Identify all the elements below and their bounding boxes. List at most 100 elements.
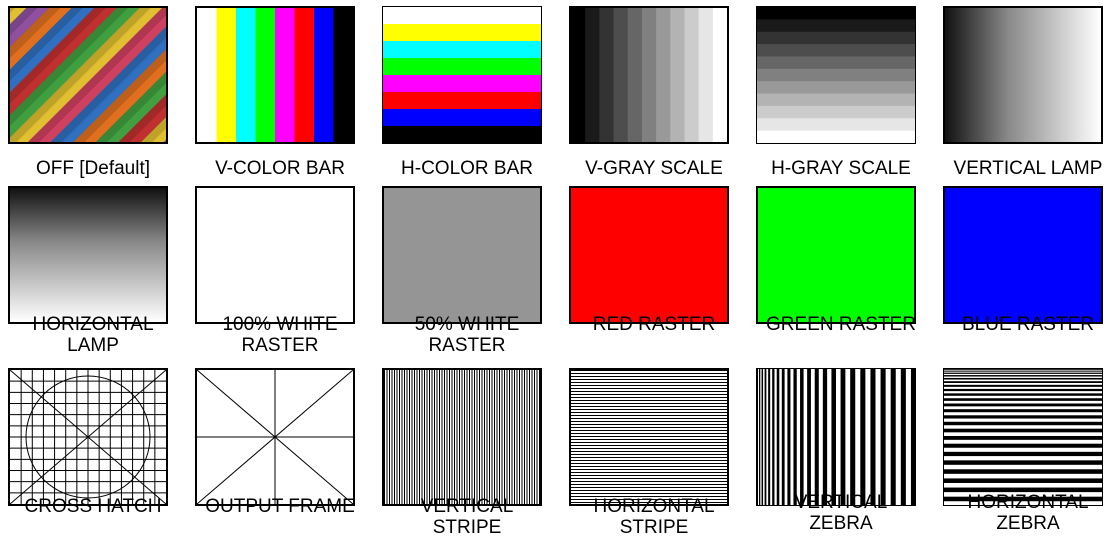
zebra-stripe [944,393,1102,396]
test-pattern-chart: { "patterns": [ {"label_lines": ["OFF [D… [0,0,1118,540]
output-frame-thumbnail [195,368,355,506]
pattern-label: OUTPUT FRAME [181,496,379,517]
zebra-stripe [764,369,767,505]
v-color-bar-thumbnail [195,6,355,144]
zebra-stripe [822,369,828,505]
pattern-label: V-GRAY SCALE [555,158,753,179]
color-bar [383,24,541,42]
color-bar [333,8,353,142]
horizontal-zebra-lines [944,369,1102,502]
cross-hatch-grid [10,370,166,504]
gray-step [599,8,615,142]
color-bar [236,8,256,142]
zebra-stripe [944,415,1102,419]
h-gray-scale-thumbnail [756,6,916,144]
vertical-color-bars [197,8,353,142]
gray-step [585,8,600,142]
half-white-raster-thumbnail [382,186,542,324]
horizontal-lamp-thumbnail [8,186,168,324]
green-raster-thumbnail [756,186,916,324]
color-bar [216,8,237,142]
zebra-stripe [814,369,819,505]
gray-step [757,68,915,82]
zebra-stripe [781,369,785,505]
pattern-label: HORIZONTAL LAMP [0,314,192,356]
gray-step [571,8,586,142]
label-line: VERTICAL LAMP [953,158,1103,179]
label-line: RED RASTER [592,314,716,335]
horizontal-stripe-thumbnail [569,368,729,506]
gray-step [656,8,671,142]
gray-step [698,8,714,142]
label-line: RASTER [241,335,319,356]
zebra-stripe [870,369,876,505]
gray-step [757,7,915,20]
zebra-stripe [944,478,1102,483]
gray-step [613,8,629,142]
label-line: VERTICAL [420,496,514,517]
color-bar [275,8,295,142]
zebra-stripe [944,451,1102,457]
zebra-stripe [944,469,1102,474]
zebra-stripe [944,398,1102,401]
horizontal-gray-steps [757,7,915,143]
zebra-stripe [900,369,906,505]
gray-step [757,31,915,45]
label-line: STRIPE [619,517,689,538]
zebra-stripe [772,369,775,505]
label-line: STRIPE [432,517,502,538]
label-line: 50% WHITE [414,314,520,335]
gray-step [670,8,685,142]
gray-step [757,19,915,33]
color-bar [314,8,334,142]
zebra-stripe [944,409,1102,413]
label-line: RASTER [428,335,506,356]
pattern-label: RED RASTER [555,314,753,335]
gray-step [757,93,915,107]
pattern-label: 50% WHITE RASTER [368,314,566,356]
label-line: HORIZONTAL [967,492,1089,513]
pattern-label: VERTICAL ZEBRA [742,492,940,534]
color-bar [383,7,541,25]
vertical-gray-steps [571,8,727,142]
pattern-label: VERTICAL STRIPE [368,496,566,538]
gray-step [684,8,700,142]
zebra-stripe [850,369,856,505]
gray-step [757,56,915,70]
zebra-stripe [761,369,764,505]
color-bar [255,8,276,142]
gray-step [641,8,657,142]
zebra-stripe [757,369,759,505]
vertical-stripe-thumbnail [382,368,542,506]
label-line: OFF [Default] [35,158,151,179]
color-bar [294,8,315,142]
pattern-label: H-COLOR BAR [368,158,566,179]
blue-raster-thumbnail [943,186,1103,324]
zebra-stripe [944,435,1102,440]
pattern-label: HORIZONTAL STRIPE [555,496,753,538]
zebra-stripe [944,460,1102,465]
pattern-label: HORIZONTAL ZEBRA [929,492,1118,534]
color-bar [383,109,541,127]
pattern-label: BLUE RASTER [929,314,1118,335]
zebra-stripe [944,370,1102,372]
pattern-label: VERTICAL LAMP [929,158,1118,179]
zebra-stripe [860,369,866,505]
cross-hatch-thumbnail [8,368,168,506]
color-bar [197,8,217,142]
v-gray-scale-thumbnail [569,6,729,144]
color-bar [383,92,541,110]
label-line: BLUE RASTER [962,314,1094,335]
zebra-stripe [759,369,761,505]
horizontal-color-bars [383,7,541,143]
label-line: LAMP [67,335,119,356]
label-line: OUTPUT FRAME [205,496,355,517]
label-line: CROSS HATCH [24,496,162,517]
zebra-stripe [768,369,771,505]
zebra-stripe [944,375,1102,377]
label-line: ZEBRA [809,513,873,534]
red-raster-thumbnail [569,186,729,324]
pattern-label: OFF [Default] [0,158,192,179]
zebra-stripe [944,403,1102,407]
zebra-stripe [776,369,780,505]
